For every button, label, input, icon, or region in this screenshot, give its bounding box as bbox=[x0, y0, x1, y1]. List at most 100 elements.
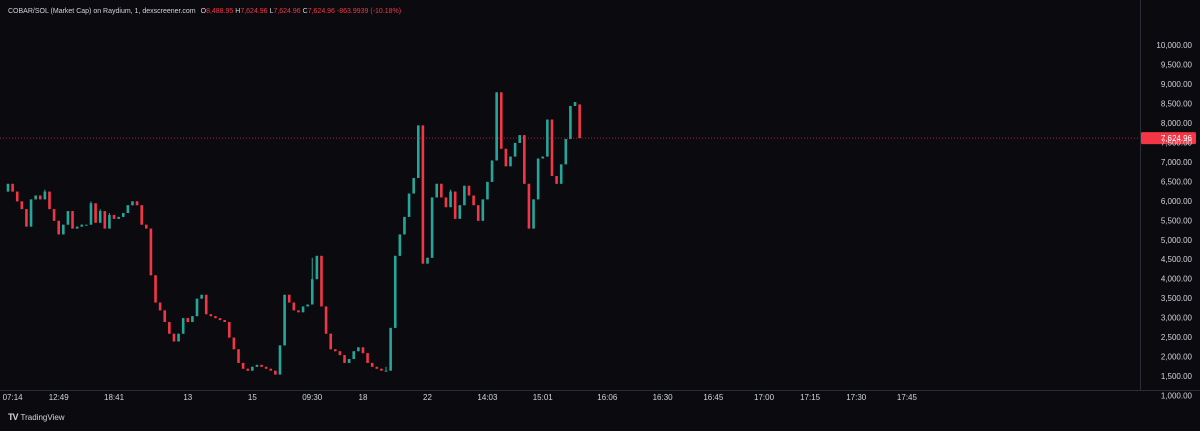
candle-body bbox=[343, 355, 346, 363]
candle-body bbox=[398, 234, 402, 256]
candle bbox=[398, 234, 402, 256]
candle bbox=[481, 199, 485, 221]
candle-body bbox=[357, 347, 360, 352]
candle-body bbox=[98, 211, 102, 223]
candle bbox=[121, 213, 125, 217]
price-tick-label: 8,000.00 bbox=[1161, 119, 1193, 128]
candle-body bbox=[108, 214, 111, 229]
candle bbox=[241, 362, 245, 369]
candle-body bbox=[214, 316, 217, 319]
time-tick-label: 12:49 bbox=[49, 393, 70, 402]
candle-body bbox=[463, 185, 466, 206]
candle bbox=[301, 306, 305, 313]
time-tick-label: 17:00 bbox=[754, 393, 775, 402]
candle-body bbox=[232, 337, 236, 350]
candle-body bbox=[421, 125, 425, 264]
last-price-line: 7,624.96 bbox=[0, 132, 1196, 145]
candle bbox=[527, 183, 531, 229]
candle bbox=[34, 195, 37, 200]
grid bbox=[0, 0, 1200, 391]
time-axis[interactable]: 07:14 12:49 18:41 13 15 09:30 18 22 14:03 15:01 16… bbox=[3, 393, 918, 402]
candle-body bbox=[241, 362, 245, 369]
candle-body bbox=[352, 351, 356, 360]
candle bbox=[38, 195, 42, 200]
candle bbox=[108, 213, 111, 229]
candle bbox=[357, 347, 360, 352]
candle bbox=[163, 310, 167, 323]
candle-body bbox=[573, 102, 577, 106]
candle-body bbox=[11, 183, 14, 192]
candle-body bbox=[366, 353, 369, 363]
candle bbox=[324, 306, 328, 334]
candlestick-chart[interactable]: 7,624.96 1,000.00 1,500.00 2,000.00 2,500.0… bbox=[0, 0, 1200, 426]
price-tick-label: 9,000.00 bbox=[1161, 80, 1193, 89]
price-tick-label: 2,500.00 bbox=[1161, 333, 1193, 342]
symbol-legend[interactable]: COBAR/SOL (Market Cap) on Raydium, 1, de… bbox=[8, 8, 401, 15]
candle bbox=[200, 294, 203, 299]
time-tick-label: 17:30 bbox=[846, 393, 867, 402]
price-axis[interactable]: 1,000.00 1,500.00 2,000.00 2,500.00 3,000.00… bbox=[1156, 41, 1192, 400]
candle bbox=[532, 199, 535, 229]
candle-body bbox=[476, 205, 480, 221]
candle bbox=[347, 359, 351, 363]
candle-body bbox=[389, 327, 392, 371]
candle bbox=[366, 353, 369, 363]
candle-body bbox=[559, 164, 563, 184]
candle-body bbox=[499, 92, 503, 149]
time-tick-label: 22 bbox=[423, 393, 432, 402]
candle bbox=[112, 214, 116, 219]
candle bbox=[283, 294, 286, 346]
candle-body bbox=[264, 366, 268, 369]
candle bbox=[251, 366, 254, 371]
candle bbox=[191, 316, 194, 323]
low-value: 7,624.96 bbox=[273, 8, 301, 15]
price-tick-label: 1,500.00 bbox=[1161, 372, 1193, 381]
candle-body bbox=[145, 224, 148, 229]
candle bbox=[75, 226, 79, 229]
candle-body bbox=[38, 195, 42, 200]
candle-body bbox=[329, 333, 332, 350]
candle-body bbox=[163, 310, 167, 323]
candle-body bbox=[186, 318, 190, 323]
candle-body bbox=[444, 197, 448, 208]
candle-body bbox=[52, 209, 56, 221]
candle-body bbox=[407, 193, 411, 217]
time-tick-label: 07:14 bbox=[3, 393, 24, 402]
candle bbox=[20, 201, 24, 210]
candle-body bbox=[490, 160, 494, 182]
candle-body bbox=[135, 201, 139, 206]
price-tick-label: 6,500.00 bbox=[1161, 177, 1193, 186]
candle bbox=[467, 185, 471, 196]
candle bbox=[430, 197, 434, 258]
candle bbox=[126, 205, 130, 214]
candle bbox=[278, 345, 282, 375]
candle bbox=[403, 216, 406, 235]
candle bbox=[103, 211, 107, 229]
candle bbox=[85, 224, 88, 226]
candle bbox=[407, 193, 411, 217]
candle-body bbox=[204, 294, 208, 315]
candle-body bbox=[283, 294, 286, 346]
candle bbox=[232, 337, 236, 350]
candle-body bbox=[375, 366, 379, 369]
candle-body bbox=[149, 228, 153, 276]
candle bbox=[564, 139, 568, 165]
tradingview-logo[interactable]: TV TradingView bbox=[8, 412, 65, 422]
candle bbox=[476, 205, 480, 221]
candle bbox=[486, 181, 489, 200]
candle-body bbox=[306, 304, 309, 307]
candle bbox=[343, 355, 346, 363]
chart-container[interactable]: 7,624.96 1,000.00 1,500.00 2,000.00 2,500.0… bbox=[0, 0, 1200, 426]
candle bbox=[246, 368, 250, 371]
price-tick-label: 7,500.00 bbox=[1161, 138, 1193, 147]
candle-body bbox=[440, 183, 443, 198]
candle-body bbox=[195, 298, 199, 317]
candle-body bbox=[75, 226, 79, 229]
candle bbox=[80, 224, 84, 227]
candle bbox=[310, 257, 314, 305]
candle bbox=[274, 370, 277, 375]
candle-body bbox=[6, 183, 10, 192]
candle bbox=[62, 224, 65, 235]
candle bbox=[536, 158, 540, 200]
candle bbox=[559, 164, 563, 184]
